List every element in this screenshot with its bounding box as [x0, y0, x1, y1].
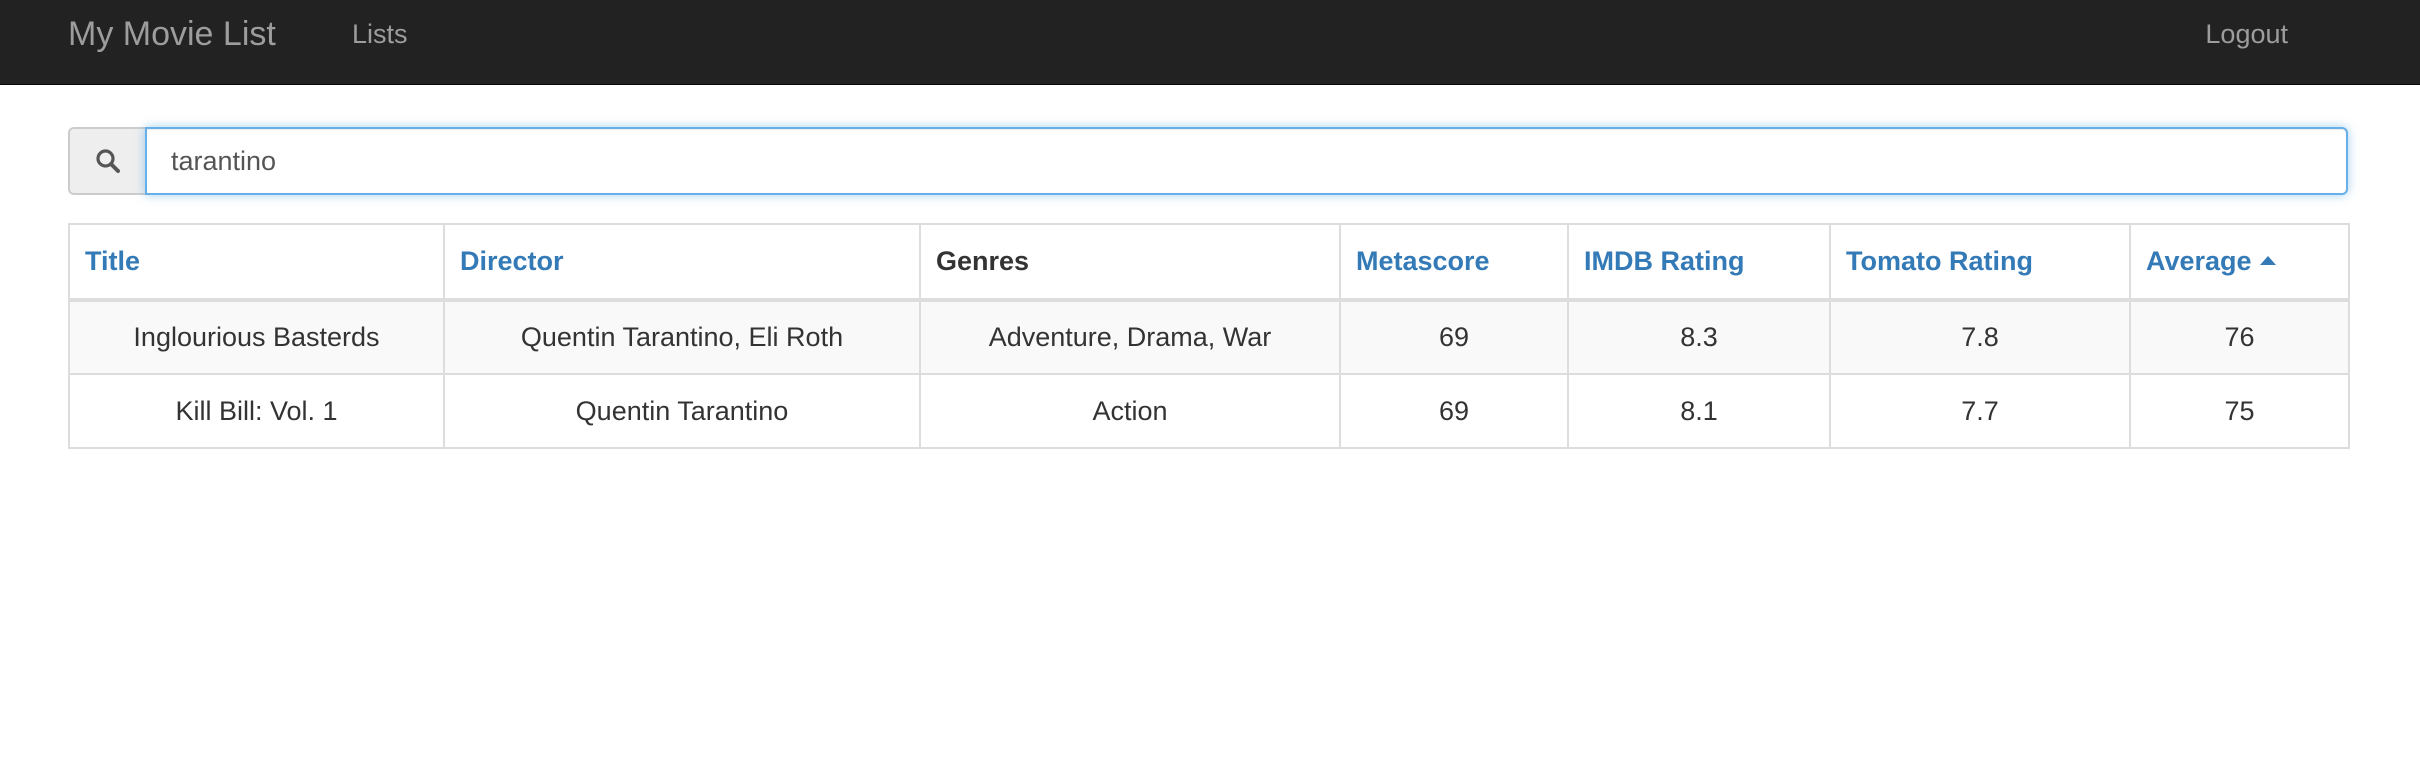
- cell-tomato-rating: 7.8: [1829, 299, 2131, 375]
- cell-genres: Adventure, Drama, War: [919, 299, 1341, 375]
- search-icon: [68, 127, 145, 195]
- top-navbar: My Movie List Lists Logout: [0, 0, 2420, 85]
- cell-title: Inglourious Basterds: [68, 299, 445, 375]
- header-title[interactable]: Title: [68, 223, 445, 302]
- cell-title: Kill Bill: Vol. 1: [68, 373, 445, 449]
- search-bar: [68, 127, 2348, 195]
- cell-imdb-rating: 8.1: [1567, 373, 1831, 449]
- cell-metascore: 69: [1339, 373, 1569, 449]
- cell-metascore: 69: [1339, 299, 1569, 375]
- cell-director: Quentin Tarantino, Eli Roth: [443, 299, 921, 375]
- table-header-row: Title Director Genres Metascore IMDB Rat…: [68, 223, 2350, 302]
- nav-logout-link[interactable]: Logout: [2205, 0, 2288, 85]
- header-metascore[interactable]: Metascore: [1339, 223, 1569, 302]
- header-imdb-rating[interactable]: IMDB Rating: [1567, 223, 1831, 302]
- header-tomato-rating[interactable]: Tomato Rating: [1829, 223, 2131, 302]
- table-row: Kill Bill: Vol. 1 Quentin Tarantino Acti…: [68, 373, 2350, 449]
- movies-table: Title Director Genres Metascore IMDB Rat…: [68, 223, 2350, 449]
- search-input[interactable]: [145, 127, 2348, 195]
- cell-tomato-rating: 7.7: [1829, 373, 2131, 449]
- header-genres: Genres: [919, 223, 1341, 302]
- cell-average: 75: [2129, 373, 2350, 449]
- header-average[interactable]: Average: [2129, 223, 2350, 302]
- brand-link[interactable]: My Movie List: [68, 0, 276, 85]
- cell-genres: Action: [919, 373, 1341, 449]
- table-row: Inglourious Basterds Quentin Tarantino, …: [68, 299, 2350, 375]
- header-average-label: Average: [2146, 246, 2252, 276]
- cell-average: 76: [2129, 299, 2350, 375]
- nav-lists-link[interactable]: Lists: [352, 0, 408, 85]
- cell-imdb-rating: 8.3: [1567, 299, 1831, 375]
- sort-ascending-icon: [2259, 256, 2276, 265]
- header-director[interactable]: Director: [443, 223, 921, 302]
- cell-director: Quentin Tarantino: [443, 373, 921, 449]
